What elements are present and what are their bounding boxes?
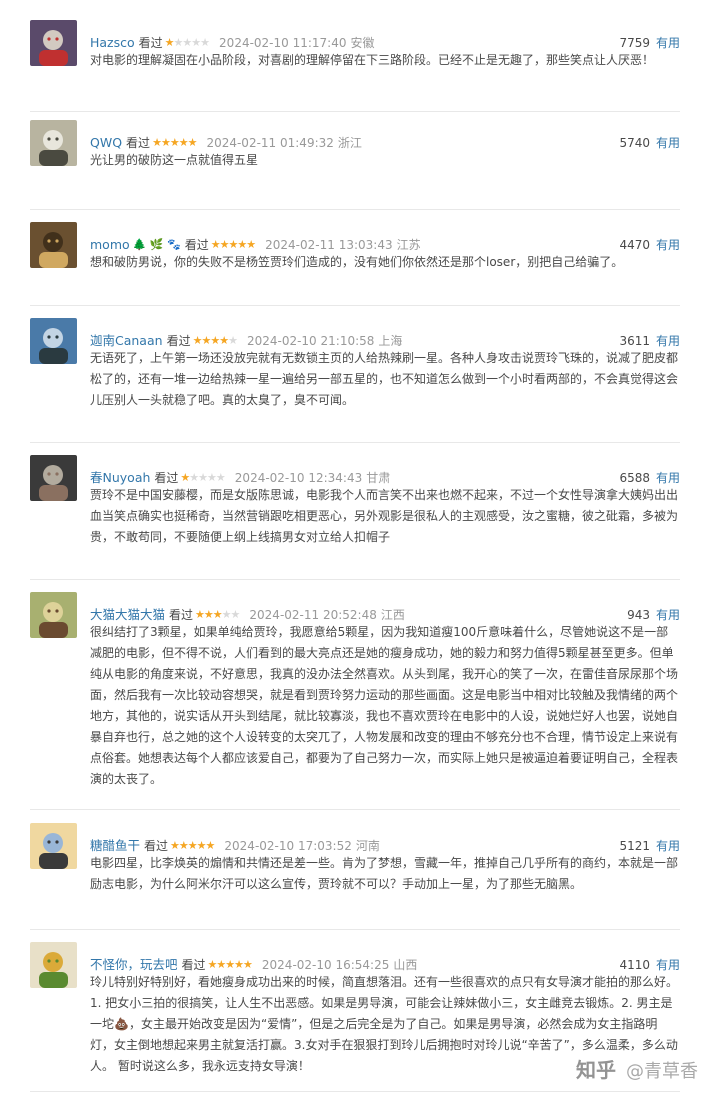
- watermark-brand: 知乎: [576, 1058, 616, 1082]
- star-icon: ★: [196, 839, 207, 852]
- divider: [30, 209, 680, 210]
- star-icon: ★: [187, 839, 198, 852]
- divider: [30, 1091, 680, 1092]
- star-icon: ★: [216, 958, 226, 971]
- useful-button[interactable]: 有用: [656, 334, 680, 348]
- star-icon: ★: [191, 36, 201, 49]
- star-icon: ★: [215, 471, 226, 484]
- star-icon: ★: [189, 471, 199, 484]
- vote-count: 4110: [619, 958, 650, 972]
- review-item: 春Nuyoah 看过 ★★★★★ 2024-02-10 12:34:43 甘肃 6588 有…: [30, 455, 680, 580]
- avatar[interactable]: [30, 120, 77, 166]
- star-icon: ★: [187, 136, 198, 149]
- star-icon: ★: [182, 36, 192, 49]
- star-icon: ★: [170, 839, 180, 852]
- star-icon: ★: [225, 958, 235, 971]
- star-icon: ★: [234, 958, 244, 971]
- star-icon: ★: [178, 839, 189, 852]
- avatar[interactable]: [30, 222, 77, 268]
- review-item: 大猫大猫大猫 看过 ★★★★★ 2024-02-11 20:52:48 江西 943 有用很…: [30, 592, 680, 810]
- divider: [30, 305, 680, 306]
- star-icon: ★: [200, 36, 210, 49]
- star-icon: ★: [164, 36, 175, 49]
- review-text: 对电影的理解凝固在小品阶段，对喜剧的理解停留在下三路阶段。已经不止是无趣了，那些…: [90, 53, 655, 67]
- star-icon: ★: [169, 136, 180, 149]
- star-icon: ★: [237, 238, 247, 251]
- star-icon: ★: [180, 471, 190, 484]
- divider: [30, 579, 680, 580]
- star-icon: ★: [201, 334, 211, 347]
- review-item: QWQ 看过 ★★★★★ 2024-02-11 01:49:32 浙江 5740 有用 光让男…: [30, 120, 680, 210]
- avatar[interactable]: [30, 592, 77, 638]
- divider: [30, 929, 680, 930]
- avatar[interactable]: [30, 942, 77, 988]
- useful-button[interactable]: 有用: [656, 471, 680, 485]
- watermark-user: @青草香: [626, 1061, 698, 1082]
- avatar[interactable]: [30, 823, 77, 869]
- star-icon: ★: [221, 608, 232, 621]
- avatar[interactable]: [30, 20, 77, 66]
- star-icon: ★: [219, 334, 229, 347]
- review-item: 糖醋鱼干 看过 ★★★★★ 2024-02-10 17:03:52 河南 5121 有用 电影…: [30, 823, 680, 930]
- star-icon: ★: [207, 471, 217, 484]
- star-icon: ★: [228, 334, 238, 347]
- star-icon: ★: [230, 608, 241, 621]
- star-icon: ★: [152, 136, 162, 149]
- vote-count: 7759: [619, 36, 650, 50]
- star-icon: ★: [160, 136, 171, 149]
- review-text: 光让男的破防这一点就值得五星: [90, 153, 259, 167]
- divider: [30, 442, 680, 443]
- review-text: 贾玲不是中国安藤樱，而是女版陈思诚，电影我个人而言笑不出来也燃不起来，不过一个女…: [90, 488, 679, 544]
- star-icon: ★: [210, 334, 220, 347]
- vote-count: 6588: [619, 471, 650, 485]
- avatar[interactable]: [30, 318, 77, 364]
- star-icon: ★: [246, 238, 256, 251]
- star-icon: ★: [178, 136, 189, 149]
- star-icon: ★: [205, 839, 216, 852]
- vote-count: 943: [627, 608, 650, 622]
- watermark: 知乎 @青草香: [576, 1054, 698, 1083]
- useful-button[interactable]: 有用: [656, 238, 680, 252]
- star-icon: ★: [198, 471, 208, 484]
- review-text: 很纠结打了3颗星，如果单纯给贾玲，我愿意给5颗星，因为我知道瘦100斤意味着什么…: [90, 625, 679, 786]
- review-item: Hazsco 看过 ★★★★★ 2024-02-10 11:17:40 安徽 7759 有用…: [30, 20, 680, 112]
- review-text: 无语死了，上午第一场还没放完就有无数锁主页的人给热辣刷一星。各种人身攻击说贾玲飞…: [90, 351, 679, 407]
- vote-count: 3611: [619, 334, 650, 348]
- review-item: 迦南Canaan 看过 ★★★★★ 2024-02-10 21:10:58 上海 3611…: [30, 318, 680, 443]
- review-text: 电影四星，比李焕英的煽情和共情还是差一些。肯为了梦想，雪藏一年，推掉自己几乎所有…: [90, 856, 679, 891]
- star-icon: ★: [212, 608, 223, 621]
- useful-button[interactable]: 有用: [656, 958, 680, 972]
- star-icon: ★: [243, 958, 253, 971]
- useful-button[interactable]: 有用: [656, 36, 680, 50]
- vote-count: 5740: [619, 136, 650, 150]
- useful-button[interactable]: 有用: [656, 608, 680, 622]
- useful-button[interactable]: 有用: [656, 839, 680, 853]
- avatar[interactable]: [30, 455, 77, 501]
- divider: [30, 111, 680, 112]
- star-icon: ★: [219, 238, 230, 251]
- star-icon: ★: [210, 238, 221, 251]
- star-icon: ★: [203, 608, 214, 621]
- review-item: momo 🌲 🌿 🐾 看过 ★★★★★ 2024-02-11 13:03:43 江苏 447…: [30, 222, 680, 306]
- star-icon: ★: [195, 608, 205, 621]
- vote-count: 4470: [619, 238, 650, 252]
- useful-button[interactable]: 有用: [656, 136, 680, 150]
- review-text: 想和破防男说，你的失败不是杨笠贾玲们造成的，没有她们你依然还是那个loser，别…: [90, 255, 624, 269]
- vote-count: 5121: [619, 839, 650, 853]
- divider: [30, 809, 680, 810]
